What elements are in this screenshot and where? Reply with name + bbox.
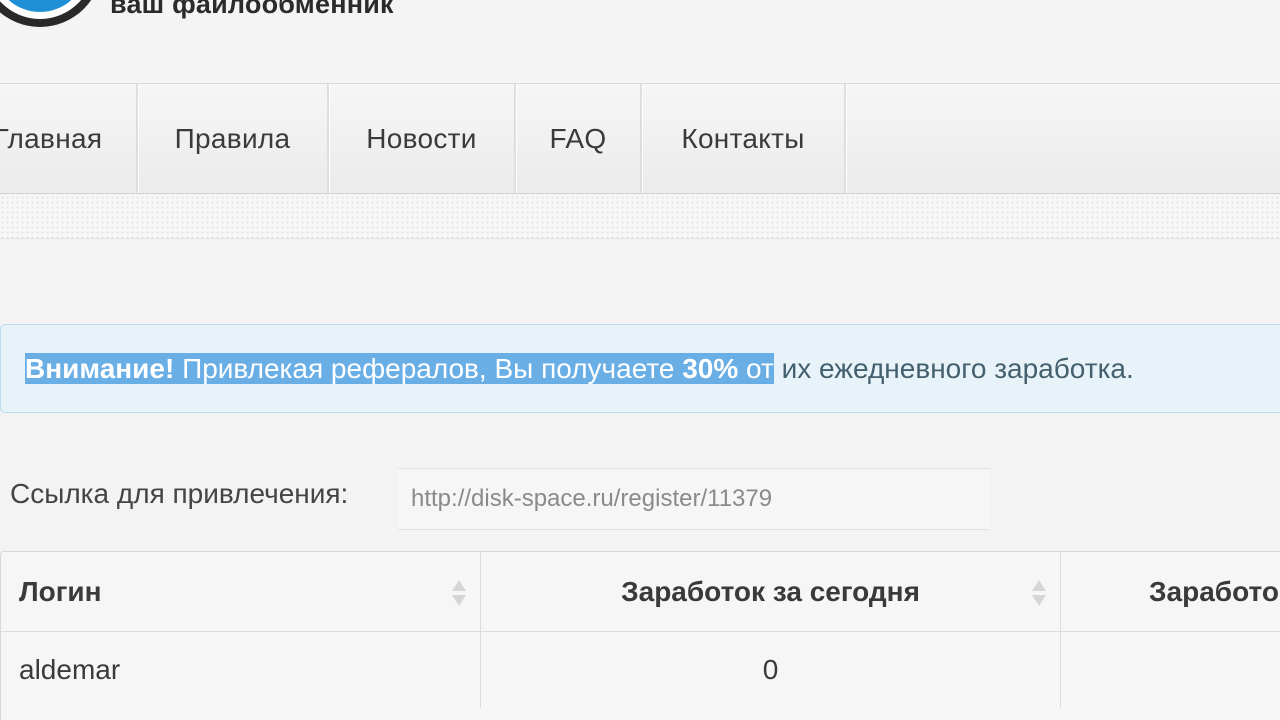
decorative-band xyxy=(0,195,1280,239)
column-header-earnings-total[interactable]: Заработо xyxy=(1061,552,1280,632)
site-header: ваш файлообменник xyxy=(0,0,1280,84)
alert-percent: 30% xyxy=(682,353,739,384)
nav-item-contacts[interactable]: Контакты xyxy=(642,84,846,193)
logo-icon[interactable] xyxy=(0,0,100,30)
column-header-earnings-today[interactable]: Заработок за сегодня xyxy=(481,552,1061,632)
nav-item-news[interactable]: Новости xyxy=(329,84,516,193)
page: ваш файлообменник Главная Правила Новост… xyxy=(0,0,1280,720)
referral-link-label: Ссылка для привлечения: xyxy=(10,478,349,509)
nav-item-faq[interactable]: FAQ xyxy=(516,84,642,193)
sort-icon xyxy=(452,580,466,606)
alert-text: Внимание! Привлекая рефералов, Вы получа… xyxy=(25,349,1134,389)
column-header-label: Логин xyxy=(19,575,102,607)
sort-icon xyxy=(1032,580,1046,606)
table-cell-earnings-today: 0 xyxy=(481,632,1061,708)
selected-text: Внимание! Привлекая рефералов, Вы получа… xyxy=(25,353,774,384)
alert-strong-label: Внимание! xyxy=(25,353,175,384)
referrals-table: Логин Заработок за сегодня Заработо alde… xyxy=(0,551,1280,720)
column-header-label: Заработо xyxy=(1149,575,1279,607)
column-header-label: Заработок за сегодня xyxy=(621,575,920,607)
alert-text-part3: их ежедневного заработка. xyxy=(773,353,1134,384)
table-cell-earnings-total xyxy=(1061,632,1280,708)
referral-link-field[interactable]: http://disk-space.ru/register/11379 xyxy=(398,468,990,530)
alert-text-part2: от xyxy=(738,353,774,384)
alert-text-part1: Привлекая рефералов, Вы получаете xyxy=(174,353,683,384)
nav-item-rules[interactable]: Правила xyxy=(138,84,329,193)
nav-item-home[interactable]: Главная xyxy=(0,84,138,193)
column-header-login[interactable]: Логин xyxy=(1,552,481,632)
referral-alert: Внимание! Привлекая рефералов, Вы получа… xyxy=(0,324,1280,413)
table-cell-login: aldemar xyxy=(1,632,481,708)
main-nav: Главная Правила Новости FAQ Контакты xyxy=(0,83,1280,194)
logo-tagline: ваш файлообменник xyxy=(110,0,394,19)
